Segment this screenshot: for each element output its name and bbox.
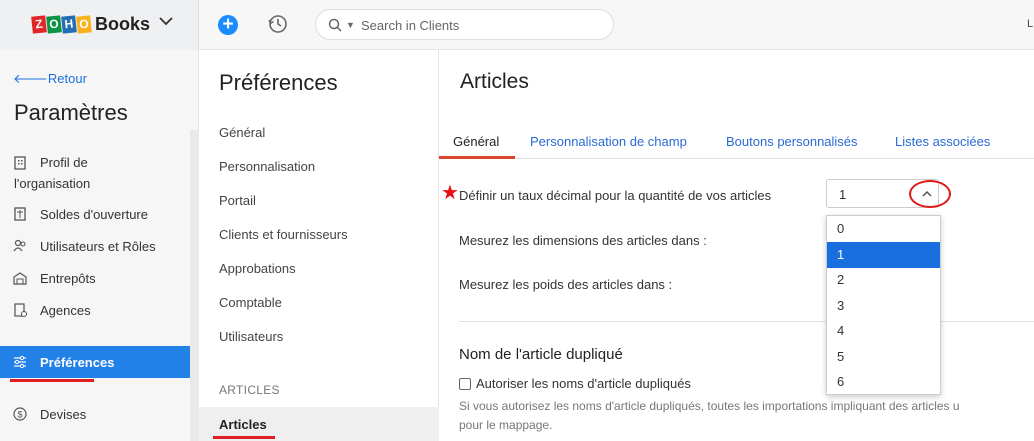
sidebar-item-label: Préférences bbox=[40, 355, 115, 370]
decimal-rate-label: Définir un taux décimal pour la quantité… bbox=[459, 188, 772, 203]
arrow-left-icon: 🡐 bbox=[13, 71, 48, 86]
sidebar-item-label: Devises bbox=[40, 407, 87, 422]
dropdown-option[interactable]: 5 bbox=[827, 344, 940, 370]
tab-related-lists[interactable]: Listes associées bbox=[895, 134, 990, 149]
dropdown-option[interactable]: 6 bbox=[827, 369, 940, 395]
sidebar-item-users-roles[interactable]: Utilisateurs et Rôles bbox=[0, 230, 190, 262]
user-menu[interactable]: L bbox=[1027, 18, 1033, 30]
top-bar: Z O H O Books + ▼ Search in Clients L bbox=[0, 0, 1034, 50]
settings-sidebar: 🡐Retour Paramètres Profil de l'organisat… bbox=[0, 50, 199, 441]
dropdown-option[interactable]: 3 bbox=[827, 293, 940, 319]
svg-text:$: $ bbox=[17, 410, 22, 420]
sidebar-item-preferences[interactable]: Préférences bbox=[0, 346, 190, 378]
pref-item-general[interactable]: Général bbox=[219, 125, 265, 140]
sidebar-title: Paramètres bbox=[14, 100, 128, 125]
sidebar-item-label: Soldes d'ouverture bbox=[40, 207, 148, 222]
pref-item-customization[interactable]: Personnalisation bbox=[219, 159, 315, 174]
page-title: Articles bbox=[460, 70, 529, 93]
building-icon bbox=[14, 156, 26, 170]
pref-item-approvals[interactable]: Approbations bbox=[219, 261, 296, 276]
decimal-rate-dropdown: 0 1 2 3 4 5 6 bbox=[826, 215, 941, 395]
sidebar-item-currencies[interactable]: $ Devises bbox=[0, 398, 190, 430]
logo-letter-h: H bbox=[61, 15, 77, 34]
dropdown-option[interactable]: 0 bbox=[827, 216, 940, 242]
checkbox-box[interactable] bbox=[459, 377, 471, 390]
brand-area: Z O H O Books bbox=[0, 0, 199, 50]
search-scope-caret-icon[interactable]: ▼ bbox=[346, 20, 355, 30]
allow-duplicate-names-checkbox[interactable]: Autoriser les noms d'article dupliqués bbox=[459, 376, 691, 391]
sidebar-item-label: Agences bbox=[40, 303, 91, 318]
sidebar-item-label-line2: l'organisation bbox=[14, 176, 91, 191]
annotation-underline bbox=[213, 436, 275, 439]
tab-general[interactable]: Général bbox=[453, 134, 499, 149]
back-link[interactable]: 🡐Retour bbox=[13, 71, 87, 87]
currency-icon: $ bbox=[13, 407, 27, 421]
annotation-star-icon: ★ bbox=[441, 182, 459, 204]
annotation-underline bbox=[10, 379, 94, 382]
tab-field-customization[interactable]: Personnalisation de champ bbox=[530, 134, 687, 149]
balance-sheet-icon bbox=[14, 207, 26, 221]
weight-label: Mesurez les poids des articles dans : bbox=[459, 277, 673, 292]
pref-item-portal[interactable]: Portail bbox=[219, 193, 256, 208]
zoho-books-logo[interactable]: Z O H O Books bbox=[31, 14, 151, 35]
pref-item-accounting[interactable]: Comptable bbox=[219, 295, 282, 310]
tab-custom-buttons[interactable]: Boutons personnalisés bbox=[726, 134, 858, 149]
warehouse-icon bbox=[13, 272, 27, 285]
preferences-menu: Préférences Général Personnalisation Por… bbox=[199, 50, 439, 441]
search-input[interactable]: Search in Clients bbox=[361, 18, 459, 33]
sidebar-item-label: Profil de bbox=[40, 155, 88, 170]
sidebar-item-branches[interactable]: Agences bbox=[0, 294, 190, 326]
app-name: Books bbox=[95, 14, 151, 34]
branch-icon bbox=[14, 303, 27, 317]
sidebar-item-label: Entrepôts bbox=[40, 271, 96, 286]
pref-item-users[interactable]: Utilisateurs bbox=[219, 329, 283, 344]
duplicate-name-title: Nom de l'article dupliqué bbox=[459, 346, 623, 363]
articles-settings: Articles Général Personnalisation de cha… bbox=[439, 50, 1034, 441]
duplicate-note: Si vous autorisez les noms d'article dup… bbox=[459, 399, 960, 432]
decimal-rate-value: 1 bbox=[839, 187, 847, 202]
search-bar[interactable]: ▼ Search in Clients bbox=[315, 9, 614, 40]
annotation-circle bbox=[909, 180, 951, 208]
logo-letter-o: O bbox=[46, 15, 62, 34]
logo-letter-o2: O bbox=[76, 15, 92, 34]
logo-letter-z: Z bbox=[31, 15, 47, 34]
users-icon bbox=[13, 239, 26, 252]
dropdown-option[interactable]: 4 bbox=[827, 318, 940, 344]
sidebar-item-warehouses[interactable]: Entrepôts bbox=[0, 262, 190, 294]
dropdown-option[interactable]: 2 bbox=[827, 267, 940, 293]
sidebar-item-opening-balances[interactable]: Soldes d'ouverture bbox=[0, 198, 190, 230]
history-icon[interactable] bbox=[268, 14, 288, 34]
active-tab-indicator bbox=[439, 156, 515, 159]
preferences-title: Préférences bbox=[219, 70, 338, 95]
dimensions-label: Mesurez les dimensions des articles dans… bbox=[459, 233, 707, 248]
sidebar-item-organization-profile[interactable]: Profil de l'organisation bbox=[0, 150, 190, 194]
sidebar-item-label: Utilisateurs et Rôles bbox=[40, 239, 156, 254]
chevron-down-icon[interactable] bbox=[158, 15, 174, 27]
add-new-button[interactable]: + bbox=[218, 15, 238, 35]
tab-bar: Général Personnalisation de champ Bouton… bbox=[439, 125, 1034, 159]
pref-item-customers-vendors[interactable]: Clients et fournisseurs bbox=[219, 227, 348, 242]
search-icon bbox=[328, 18, 342, 32]
sliders-icon bbox=[14, 355, 26, 369]
sidebar-scrollbar[interactable] bbox=[190, 130, 199, 441]
dropdown-option-selected[interactable]: 1 bbox=[827, 242, 940, 268]
section-divider bbox=[459, 321, 1034, 322]
pref-section-header: ARTICLES bbox=[219, 383, 280, 397]
